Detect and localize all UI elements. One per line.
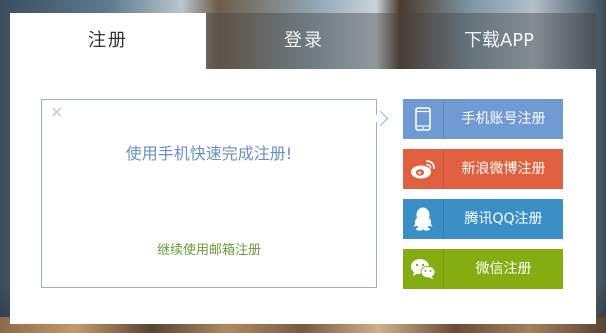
- wechat-icon: [403, 249, 443, 289]
- wechat-register-label: 微信注册: [475, 261, 532, 277]
- tab-download-app[interactable]: 下载APP: [402, 13, 596, 69]
- phone-register-label: 手机账号注册: [461, 111, 546, 127]
- phone-register-button[interactable]: 手机账号注册: [403, 99, 563, 139]
- email-register-link[interactable]: 继续使用邮箱注册: [42, 239, 376, 258]
- qq-register-button[interactable]: 腾讯QQ注册: [403, 199, 563, 239]
- weibo-register-button[interactable]: 新浪微博注册: [403, 149, 563, 189]
- close-icon[interactable]: ×: [50, 104, 63, 120]
- qq-register-label: 腾讯QQ注册: [464, 211, 543, 227]
- weibo-icon: [403, 149, 443, 189]
- qq-icon: [403, 199, 443, 239]
- weibo-register-label: 新浪微博注册: [461, 161, 546, 177]
- phone-icon: [403, 99, 443, 139]
- wechat-register-button[interactable]: 微信注册: [403, 249, 563, 289]
- tab-login[interactable]: 登录: [206, 13, 402, 69]
- tab-bar: 注册 登录 下载APP: [10, 13, 596, 69]
- phone-register-notice: × 使用手机快速完成注册! 继续使用邮箱注册: [41, 99, 377, 288]
- tab-register[interactable]: 注册: [10, 13, 206, 69]
- notice-title: 使用手机快速完成注册!: [125, 144, 293, 163]
